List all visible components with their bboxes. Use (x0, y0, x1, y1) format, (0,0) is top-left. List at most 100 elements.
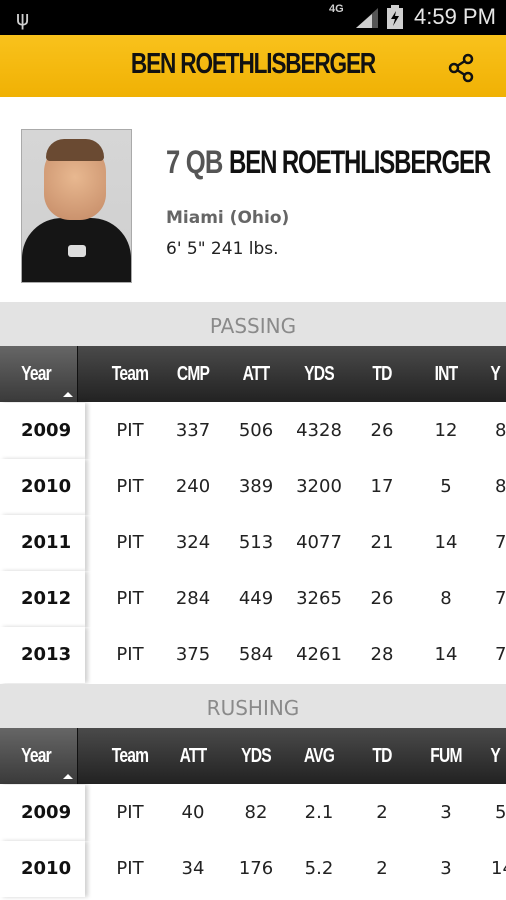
yds-cell: 4328 (296, 420, 342, 441)
yds-cell: 3200 (296, 476, 342, 497)
int-cell: 5 (440, 476, 452, 497)
cmp-cell: 324 (175, 532, 211, 553)
col-td[interactable]: TD (359, 346, 406, 402)
cmp-cell: 337 (175, 420, 211, 441)
int-cell: 14 (434, 532, 458, 553)
y-cell: 7 (495, 532, 506, 553)
yds-cell: 4077 (296, 532, 342, 553)
app-bar: BEN ROETHLISBERGER (0, 35, 506, 98)
cmp-cell: 284 (175, 588, 211, 609)
signal-icon (356, 8, 378, 28)
year-cell: 2009 (21, 420, 72, 441)
rushing-section-title: RUSHING (0, 684, 506, 728)
y-cell: 14 (491, 858, 506, 879)
share-icon[interactable] (446, 53, 476, 83)
clock: 4:59 PM (414, 4, 496, 29)
col-att[interactable]: ATT (170, 728, 217, 784)
td-cell: 21 (370, 532, 394, 553)
table-row: 2010 PIT 34 176 5.2 2 3 14 (0, 841, 506, 897)
col-yds[interactable]: YDS (233, 728, 280, 784)
avg-cell: 2.1 (304, 802, 334, 823)
col-yds[interactable]: YDS (296, 346, 343, 402)
table-row: 2012 PIT 284 449 3265 26 8 7 (0, 571, 506, 627)
cmp-cell: 240 (175, 476, 211, 497)
int-cell: 12 (434, 420, 458, 441)
y-cell: 8 (495, 420, 506, 441)
col-int[interactable]: INT (423, 346, 470, 402)
att-cell: 389 (238, 476, 274, 497)
table-row: 2013 PIT 375 584 4261 28 14 7 (0, 627, 506, 683)
year-cell: 2011 (21, 532, 72, 553)
year-cell: 2012 (21, 588, 72, 609)
table-row: 2011 PIT 324 513 4077 21 14 7 (0, 515, 506, 571)
status-bar: ψ 4G 4:59 PM (0, 0, 506, 35)
battery-icon (387, 5, 403, 29)
col-y[interactable]: Y (490, 346, 506, 402)
team-cell: PIT (116, 858, 144, 879)
year-cell: 2009 (21, 802, 72, 823)
year-cell: 2010 (21, 858, 72, 879)
col-cmp[interactable]: CMP (170, 346, 217, 402)
att-cell: 40 (181, 802, 205, 823)
yds-cell: 82 (244, 802, 268, 823)
att-cell: 449 (238, 588, 274, 609)
player-college: Miami (Ohio) (166, 208, 290, 228)
usb-icon: ψ (16, 6, 30, 30)
td-cell: 28 (370, 644, 394, 665)
team-cell: PIT (116, 420, 144, 441)
col-y[interactable]: Y (490, 728, 506, 784)
td-cell: 26 (370, 588, 394, 609)
int-cell: 8 (440, 588, 452, 609)
app-title: BEN ROETHLISBERGER (130, 48, 376, 80)
year-cell: 2010 (21, 476, 72, 497)
table-row: 2009 PIT 337 506 4328 26 12 8 (0, 403, 506, 459)
col-team[interactable]: Team (107, 728, 154, 784)
passing-table-header: Year Team CMP ATT YDS TD INT Y (0, 346, 506, 402)
table-row: 2009 PIT 40 82 2.1 2 3 5 (0, 785, 506, 841)
player-number-position: 7 QB (166, 144, 223, 180)
yds-cell: 4261 (296, 644, 342, 665)
rushing-table-header: Year Team ATT YDS AVG TD FUM Y (0, 728, 506, 784)
team-cell: PIT (116, 476, 144, 497)
att-cell: 506 (238, 420, 274, 441)
player-profile: 7 QB BEN ROETHLISBERGER Miami (Ohio) 6' … (0, 97, 506, 302)
network-type: 4G (329, 3, 344, 15)
td-cell: 26 (370, 420, 394, 441)
yds-cell: 176 (238, 858, 274, 879)
col-td[interactable]: TD (359, 728, 406, 784)
fum-cell: 3 (440, 802, 452, 823)
sort-ascending-icon (63, 392, 73, 397)
col-year[interactable]: Year (19, 728, 53, 784)
cmp-cell: 375 (175, 644, 211, 665)
y-cell: 8 (495, 476, 506, 497)
td-cell: 2 (376, 858, 388, 879)
team-cell: PIT (116, 802, 144, 823)
team-cell: PIT (116, 644, 144, 665)
team-cell: PIT (116, 532, 144, 553)
table-row: 2010 PIT 240 389 3200 17 5 8 (0, 459, 506, 515)
yds-cell: 3265 (296, 588, 342, 609)
int-cell: 14 (434, 644, 458, 665)
player-height-weight: 6' 5" 241 lbs. (166, 239, 279, 259)
att-cell: 584 (238, 644, 274, 665)
avg-cell: 5.2 (304, 858, 334, 879)
fum-cell: 3 (440, 858, 452, 879)
td-cell: 17 (370, 476, 394, 497)
team-cell: PIT (116, 588, 144, 609)
year-cell: 2013 (21, 644, 72, 665)
player-photo (21, 129, 132, 283)
col-avg[interactable]: AVG (296, 728, 343, 784)
y-cell: 5 (495, 802, 506, 823)
col-att[interactable]: ATT (233, 346, 280, 402)
player-name: BEN ROETHLISBERGER (229, 144, 491, 180)
y-cell: 7 (495, 588, 506, 609)
td-cell: 2 (376, 802, 388, 823)
att-cell: 34 (181, 858, 205, 879)
y-cell: 7 (495, 644, 506, 665)
att-cell: 513 (238, 532, 274, 553)
passing-section-title: PASSING (0, 302, 506, 346)
col-fum[interactable]: FUM (423, 728, 470, 784)
col-year[interactable]: Year (19, 346, 53, 402)
col-team[interactable]: Team (107, 346, 154, 402)
sort-ascending-icon (63, 774, 73, 779)
